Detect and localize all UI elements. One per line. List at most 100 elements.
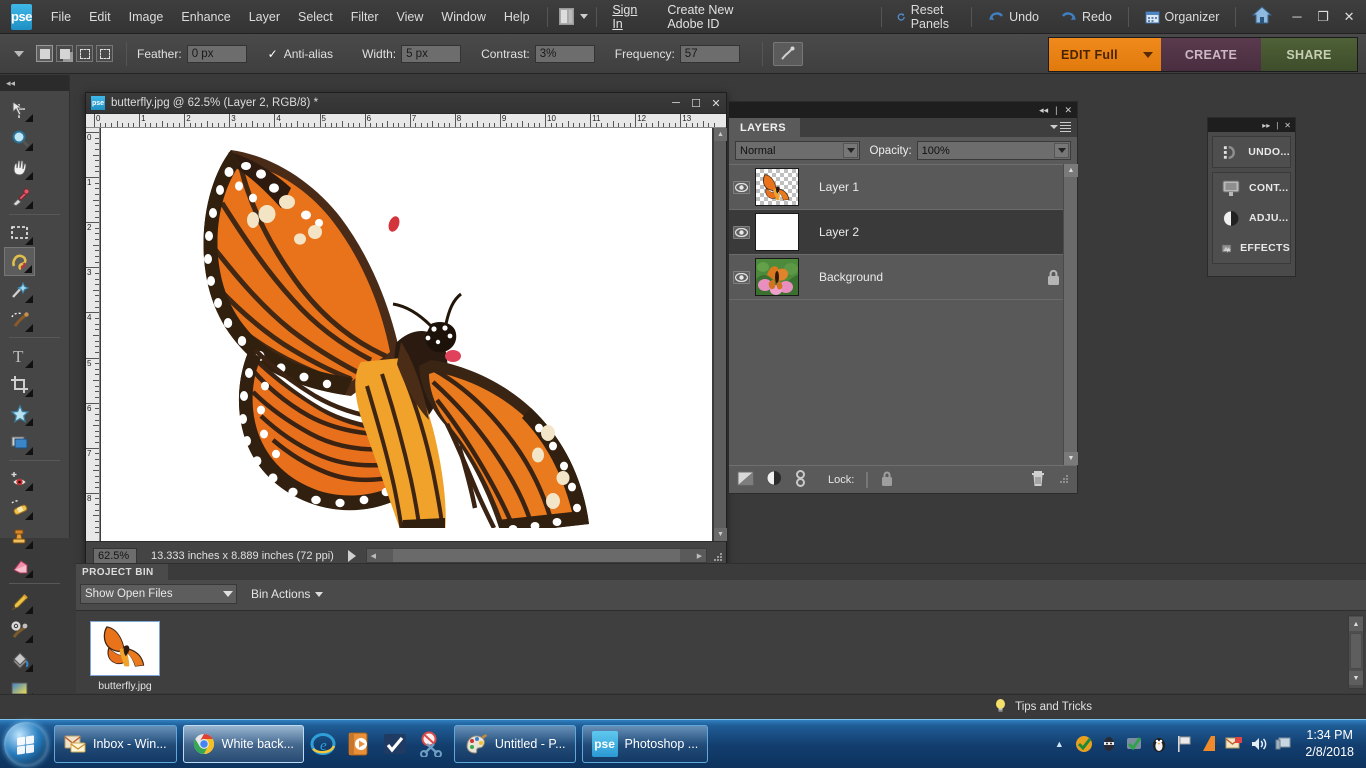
canvas-vertical-scrollbar[interactable]: ▲ ▼ xyxy=(713,128,727,541)
menu-filter[interactable]: Filter xyxy=(342,6,388,28)
layer-visibility-toggle[interactable] xyxy=(729,225,753,239)
redo-button[interactable]: Redo xyxy=(1053,7,1120,27)
menu-edit[interactable]: Edit xyxy=(80,6,120,28)
refine-edge-brush-button[interactable] xyxy=(772,41,803,66)
reset-panels-button[interactable]: Reset Panels xyxy=(889,0,963,34)
anti-alias-checkbox[interactable]: ✓ Anti-alias xyxy=(267,47,338,61)
tool-zoom[interactable] xyxy=(4,124,35,153)
menu-help[interactable]: Help xyxy=(495,6,539,28)
tool-clone-stamp[interactable] xyxy=(4,522,35,551)
mini-panel-item-adjustments[interactable]: ADJU... xyxy=(1213,203,1290,233)
mini-panel-close-icon[interactable]: ✕ xyxy=(1284,121,1291,130)
tool-healing-brush[interactable] xyxy=(4,493,35,522)
project-bin-scroll-down-icon[interactable]: ▼ xyxy=(1349,671,1363,685)
tool-pencil[interactable] xyxy=(4,587,35,616)
scroll-up-arrow-icon[interactable]: ▲ xyxy=(714,128,727,141)
orange-app-icon[interactable] xyxy=(1199,734,1219,754)
feather-input[interactable]: 0 px xyxy=(186,44,247,63)
flag-icon[interactable] xyxy=(1174,734,1194,754)
layer-row[interactable]: Layer 1 xyxy=(729,165,1077,210)
resize-grip-icon[interactable] xyxy=(711,550,723,562)
create-button[interactable]: CREATE xyxy=(1161,38,1261,71)
menu-view[interactable]: View xyxy=(388,6,433,28)
tab-project-bin[interactable]: PROJECT BIN xyxy=(76,564,168,580)
layer-thumbnail[interactable] xyxy=(755,258,799,296)
tool-straighten[interactable] xyxy=(4,428,35,457)
opacity-chevron-down-icon[interactable] xyxy=(1054,143,1069,158)
home-button[interactable] xyxy=(1244,6,1280,27)
tool-smart-brush[interactable] xyxy=(4,616,35,645)
menu-enhance[interactable]: Enhance xyxy=(172,6,239,28)
options-chevron-down-icon[interactable] xyxy=(14,50,24,57)
taskbar-button-inbox[interactable]: Inbox - Win... xyxy=(54,725,177,763)
menu-window[interactable]: Window xyxy=(432,6,494,28)
layer-visibility-toggle[interactable] xyxy=(729,180,753,194)
taskbar-clock[interactable]: 1:34 PM 2/8/2018 xyxy=(1305,727,1354,761)
layer-row[interactable]: Layer 2 xyxy=(729,210,1077,255)
tool-magic-wand[interactable] xyxy=(4,276,35,305)
tool-red-eye[interactable] xyxy=(4,464,35,493)
create-adobe-id-link[interactable]: Create New Adobe ID xyxy=(659,0,750,35)
start-button[interactable] xyxy=(4,722,48,766)
new-fill-layer-icon[interactable] xyxy=(766,470,783,489)
blend-mode-select[interactable]: Normal xyxy=(735,141,861,160)
mail-tray-icon[interactable] xyxy=(1224,734,1244,754)
toolbox-collapse-button[interactable]: ◂◂ xyxy=(0,75,69,91)
tool-eyedropper[interactable] xyxy=(4,182,35,211)
document-title-bar[interactable]: pse butterfly.jpg @ 62.5% (Layer 2, RGB/… xyxy=(86,93,726,114)
zoom-level-input[interactable]: 62.5% xyxy=(93,547,137,564)
tool-paint-bucket[interactable] xyxy=(4,645,35,674)
contrast-input[interactable]: 3% xyxy=(534,44,595,63)
show-hidden-icons-button[interactable]: ▲ xyxy=(1049,734,1069,754)
shield-check-icon[interactable] xyxy=(1124,734,1144,754)
panel-resize-grip-icon[interactable] xyxy=(1057,472,1069,487)
mini-panel-expand-icon[interactable]: ▸▸ xyxy=(1262,121,1270,130)
new-selection-button[interactable] xyxy=(36,45,53,62)
add-to-selection-button[interactable] xyxy=(56,45,73,62)
mini-panel-item-undo-history[interactable]: UNDO... xyxy=(1213,137,1290,167)
lock-all-icon[interactable] xyxy=(880,470,894,490)
document-maximize-button[interactable]: ☐ xyxy=(686,93,706,113)
tool-hand[interactable] xyxy=(4,153,35,182)
show-open-files-select[interactable]: Show Open Files xyxy=(80,584,237,604)
tab-layers[interactable]: LAYERS xyxy=(729,118,801,137)
width-input[interactable]: 5 px xyxy=(401,44,462,63)
edit-full-button[interactable]: EDIT Full xyxy=(1049,38,1135,71)
menu-image[interactable]: Image xyxy=(120,6,173,28)
share-button[interactable]: SHARE xyxy=(1261,38,1357,71)
layer-visibility-toggle[interactable] xyxy=(729,270,753,284)
tool-cookie-cutter[interactable] xyxy=(4,399,35,428)
blend-mode-chevron-down-icon[interactable] xyxy=(843,143,859,158)
document-minimize-button[interactable]: ─ xyxy=(666,93,686,113)
link-layers-icon[interactable] xyxy=(795,469,806,490)
scroll-right-arrow-icon[interactable]: ▶ xyxy=(693,549,706,562)
ninja-icon[interactable] xyxy=(1099,734,1119,754)
layers-scrollbar[interactable]: ▲ ▼ xyxy=(1063,164,1078,465)
layer-thumbnail[interactable] xyxy=(755,213,799,251)
taskbar-button-photoshop[interactable]: pse Photoshop ... xyxy=(581,725,709,763)
subtract-from-selection-button[interactable] xyxy=(76,45,93,62)
undo-button[interactable]: Undo xyxy=(980,7,1047,27)
display-icon[interactable] xyxy=(1274,734,1294,754)
canvas-horizontal-scrollbar[interactable]: ◀ ▶ xyxy=(365,548,707,563)
opacity-input[interactable]: 100% xyxy=(916,141,1071,160)
tool-type[interactable]: T xyxy=(4,341,35,370)
taskbar-icon-snipping-tool[interactable] xyxy=(414,729,448,759)
tips-and-tricks-label[interactable]: Tips and Tricks xyxy=(1015,701,1092,713)
penguin-icon[interactable] xyxy=(1149,734,1169,754)
delete-layer-icon[interactable] xyxy=(1031,470,1045,490)
taskbar-icon-internet-explorer[interactable]: e xyxy=(306,729,340,759)
tool-eraser[interactable] xyxy=(4,551,35,580)
edit-mode-chevron-down-icon[interactable] xyxy=(1135,38,1161,71)
menu-layer[interactable]: Layer xyxy=(240,6,289,28)
intersect-selection-button[interactable] xyxy=(96,45,113,62)
layers-close-icon[interactable]: ✕ xyxy=(1064,105,1072,116)
taskbar-button-chrome[interactable]: White back... xyxy=(182,725,304,763)
taskbar-button-paint[interactable]: Untitled - P... xyxy=(453,725,576,763)
tool-crop[interactable] xyxy=(4,370,35,399)
layers-scroll-up-icon[interactable]: ▲ xyxy=(1064,164,1078,177)
tool-move[interactable] xyxy=(4,95,35,124)
project-bin-scroll-up-icon[interactable]: ▲ xyxy=(1349,617,1363,631)
layer-thumbnail[interactable] xyxy=(755,168,799,206)
window-close-button[interactable]: ✕ xyxy=(1336,5,1362,29)
